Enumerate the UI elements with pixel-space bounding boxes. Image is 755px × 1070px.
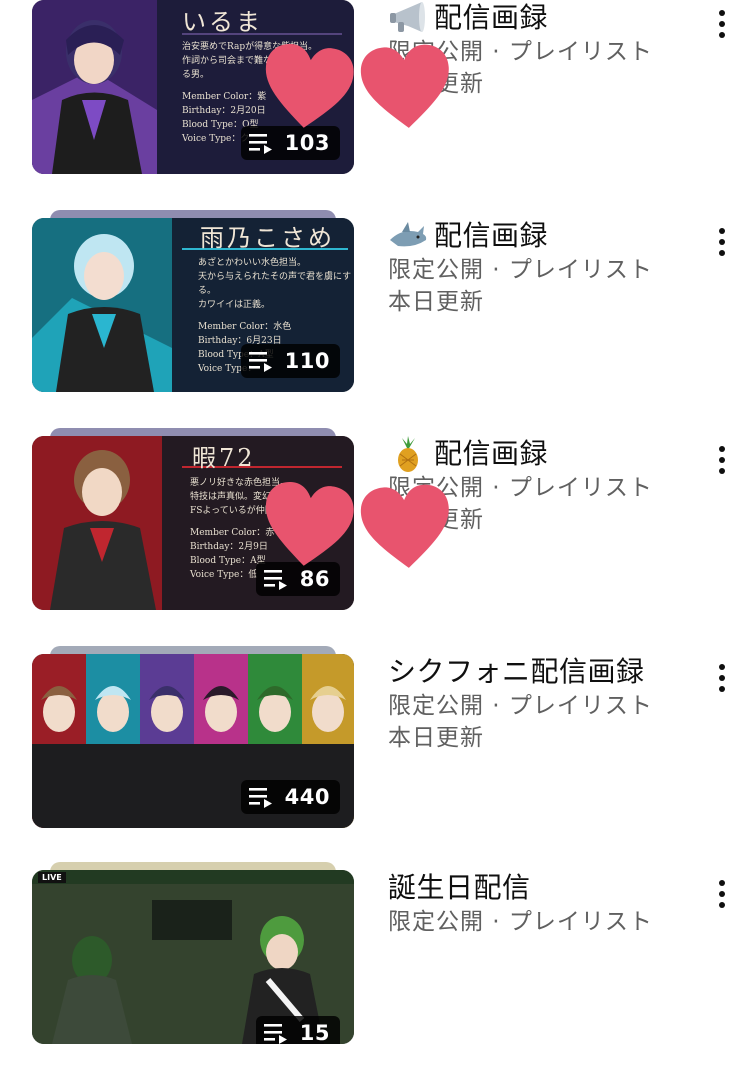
card-name: 暇72 xyxy=(192,444,256,472)
heart-sticker-icon xyxy=(258,39,358,134)
playlist-item-5[interactable]: LIVE 15 誕生日配信 限定公開 · プレイリスト xyxy=(0,862,755,1070)
video-count: 103 xyxy=(284,131,330,155)
more-options-button[interactable] xyxy=(710,224,734,260)
playlist-item-4[interactable]: 440 シクフォニ配信画録 限定公開 · プレイリスト 本日更新 xyxy=(0,646,755,854)
playlist-icon xyxy=(248,352,272,372)
live-badge: LIVE xyxy=(38,872,66,883)
playlist-title[interactable]: 誕生日配信 xyxy=(388,870,698,906)
playlist-updated: 本日更新 xyxy=(388,725,484,751)
playlist-title[interactable]: 配信画録 xyxy=(388,0,698,36)
playlist-item-3[interactable]: 暇72 悪ノリ好きな赤色担当。 特技は声真似。変幻自在な七 FSよっているが仲間… xyxy=(0,428,755,636)
playlist-item-1[interactable]: いるま 治安悪めでRapが得意な紫担当。 作詞から司会まで難なくこなす る男。 … xyxy=(0,0,755,200)
heart-sticker-icon xyxy=(258,477,358,572)
more-options-button[interactable] xyxy=(710,876,734,912)
playlist-icon xyxy=(248,788,272,808)
video-count-badge: 110 xyxy=(240,344,340,378)
heart-sticker-icon xyxy=(357,481,455,573)
more-options-button[interactable] xyxy=(710,6,734,42)
playlist-thumbnail[interactable]: 雨乃こさめ あざとかわいい水色担当。 天から与えられたその声で君を虜にする。 カ… xyxy=(32,210,354,392)
more-options-button[interactable] xyxy=(710,442,734,478)
playlist-visibility: 限定公開 · プレイリスト xyxy=(388,257,653,283)
playlist-icon xyxy=(263,1024,287,1044)
playlist-icon xyxy=(263,570,287,590)
video-count-badge: 15 xyxy=(255,1016,340,1044)
thumbnail-image: 440 xyxy=(32,654,354,828)
playlist-visibility: 限定公開 · プレイリスト xyxy=(388,909,653,935)
video-count: 110 xyxy=(284,349,330,373)
playlist-updated: 本日更新 xyxy=(388,289,484,315)
more-options-button[interactable] xyxy=(710,660,734,696)
playlist-title[interactable]: シクフォニ配信画録 xyxy=(388,654,698,690)
card-name: 雨乃こさめ xyxy=(200,224,335,252)
thumbnail-image: LIVE 15 xyxy=(32,870,354,1044)
video-count-badge: 440 xyxy=(240,780,340,814)
playlist-thumbnail[interactable]: LIVE 15 xyxy=(32,862,354,1044)
pineapple-icon xyxy=(388,436,428,472)
video-count: 86 xyxy=(299,567,330,591)
playlist-thumbnail[interactable]: 440 xyxy=(32,646,354,828)
playlist-item-2[interactable]: 雨乃こさめ あざとかわいい水色担当。 天から与えられたその声で君を虜にする。 カ… xyxy=(0,210,755,418)
playlist-icon xyxy=(248,134,272,154)
playlist-title[interactable]: 配信画録 xyxy=(388,218,698,254)
thumbnail-image: 雨乃こさめ あざとかわいい水色担当。 天から与えられたその声で君を虜にする。 カ… xyxy=(32,218,354,392)
playlist-visibility: 限定公開 · プレイリスト xyxy=(388,693,653,719)
video-count: 440 xyxy=(284,785,330,809)
video-count: 15 xyxy=(299,1021,330,1044)
playlist-title[interactable]: 配信画録 xyxy=(388,436,698,472)
heart-sticker-icon xyxy=(357,41,455,133)
megaphone-icon xyxy=(388,0,428,36)
card-name: いるま xyxy=(182,8,263,36)
shark-icon xyxy=(388,218,428,254)
